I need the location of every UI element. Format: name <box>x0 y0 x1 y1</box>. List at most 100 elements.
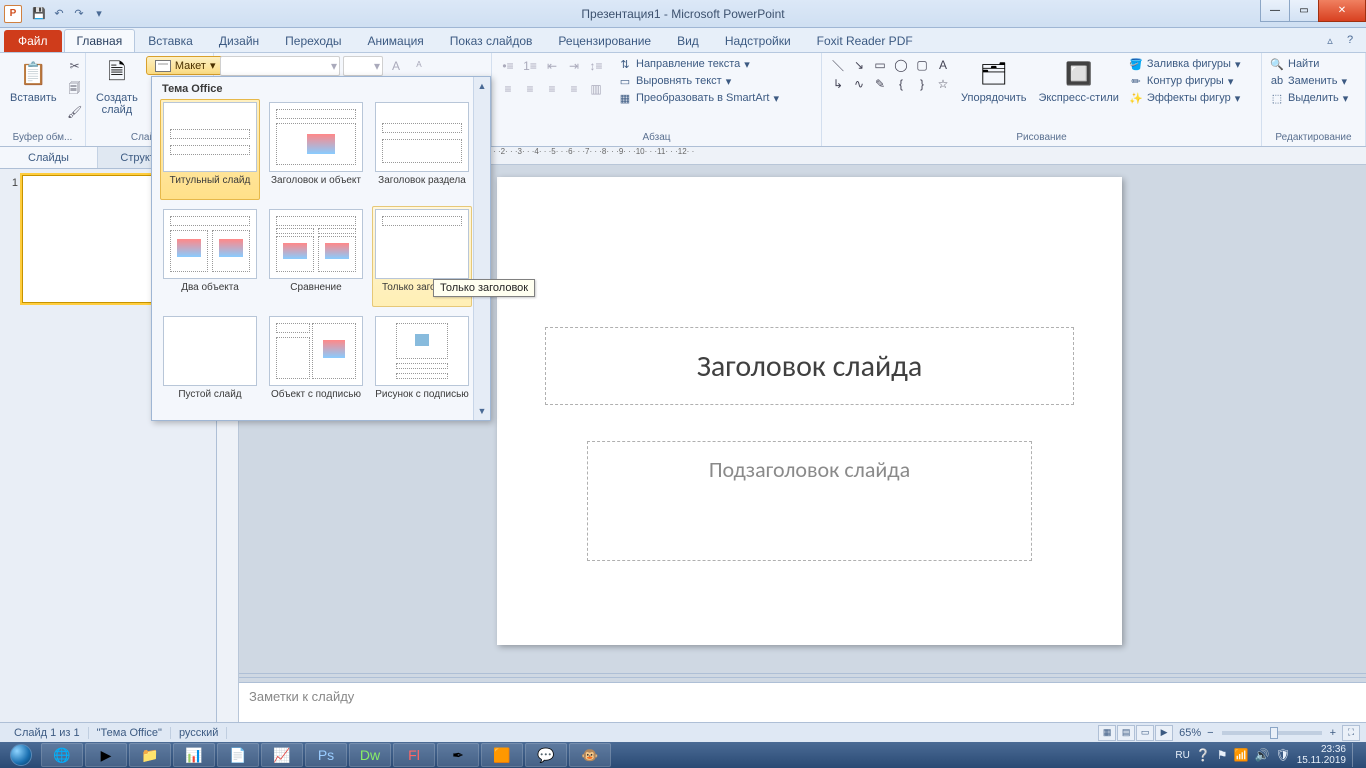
tab-animation[interactable]: Анимация <box>354 29 436 52</box>
taskbar-app-dreamweaver[interactable]: Dw <box>349 743 391 767</box>
font-size-dropdown[interactable]: ▾ <box>343 56 383 76</box>
show-desktop-button[interactable] <box>1352 743 1360 767</box>
shape-ellipse-icon[interactable]: ◯ <box>891 56 911 74</box>
tab-transitions[interactable]: Переходы <box>272 29 354 52</box>
taskbar-app-powerpoint[interactable]: 📊 <box>173 743 215 767</box>
shape-arrow-icon[interactable]: ↘ <box>849 56 869 74</box>
subtitle-placeholder[interactable]: Подзаголовок слайда <box>587 441 1032 561</box>
arrange-button[interactable]: 🗂 Упорядочить <box>957 56 1030 106</box>
tray-flag-icon[interactable]: ⚑ <box>1217 748 1228 762</box>
taskbar-app-gimp[interactable]: 🐵 <box>569 743 611 767</box>
taskbar-app-chrome[interactable]: 🌐 <box>41 743 83 767</box>
tab-file[interactable]: Файл <box>4 30 62 52</box>
numbering-icon[interactable]: 1≡ <box>520 56 540 76</box>
qat-redo-icon[interactable]: ↷ <box>70 5 88 23</box>
shape-effects-button[interactable]: ✨Эффекты фигур ▾ <box>1127 90 1243 106</box>
tab-design[interactable]: Дизайн <box>206 29 272 52</box>
copy-icon[interactable]: 🗐 <box>65 79 85 99</box>
zoom-out-button[interactable]: − <box>1207 727 1213 739</box>
zoom-value[interactable]: 65% <box>1173 727 1207 739</box>
indent-dec-icon[interactable]: ⇤ <box>542 56 562 76</box>
paste-button[interactable]: 📋 Вставить <box>6 56 61 106</box>
columns-icon[interactable]: ▥ <box>586 79 606 99</box>
zoom-thumb[interactable] <box>1270 727 1278 739</box>
zoom-slider[interactable] <box>1222 731 1322 735</box>
close-button[interactable]: ✕ <box>1318 0 1366 22</box>
tab-foxit[interactable]: Foxit Reader PDF <box>804 29 926 52</box>
line-spacing-icon[interactable]: ↕≡ <box>586 56 606 76</box>
shape-freeform-icon[interactable]: ✎ <box>870 75 890 93</box>
taskbar-app-explorer[interactable]: 📁 <box>129 743 171 767</box>
tray-network-icon[interactable]: 📶 <box>1234 748 1249 762</box>
shrink-font-icon[interactable]: ᴬ <box>409 56 429 76</box>
justify-icon[interactable]: ≡ <box>564 79 584 99</box>
shape-fill-button[interactable]: 🪣Заливка фигуры ▾ <box>1127 56 1243 72</box>
view-reading-icon[interactable]: ▭ <box>1136 725 1154 741</box>
tray-volume-icon[interactable]: 🔊 <box>1255 748 1270 762</box>
select-button[interactable]: ⬚Выделить ▾ <box>1268 90 1350 106</box>
layout-item-title-only[interactable]: Только заголовок Только заголовок <box>372 206 472 307</box>
text-direction-button[interactable]: ⇅Направление текста ▾ <box>616 56 781 72</box>
align-center-icon[interactable]: ≡ <box>520 79 540 99</box>
tab-home[interactable]: Главная <box>64 29 136 52</box>
smartart-button[interactable]: ▦Преобразовать в SmartArt ▾ <box>616 90 781 106</box>
notes-splitter[interactable] <box>239 673 1366 678</box>
gallery-scroll-down-icon[interactable]: ▼ <box>476 404 488 418</box>
shapes-gallery[interactable]: ＼ ↘ ▭ ◯ ▢ A ↳ ∿ ✎ { } ☆ <box>828 56 953 93</box>
status-language[interactable]: русский <box>171 727 227 739</box>
shape-rect-icon[interactable]: ▭ <box>870 56 890 74</box>
taskbar-app-excel[interactable]: 📈 <box>261 743 303 767</box>
grow-font-icon[interactable]: A <box>386 56 406 76</box>
slide-canvas[interactable]: Заголовок слайда Подзаголовок слайда <box>497 177 1122 645</box>
align-right-icon[interactable]: ≡ <box>542 79 562 99</box>
title-placeholder[interactable]: Заголовок слайда <box>545 327 1074 405</box>
cut-icon[interactable]: ✂ <box>65 56 85 76</box>
shape-roundrect-icon[interactable]: ▢ <box>912 56 932 74</box>
taskbar-app-orange[interactable]: 🟧 <box>481 743 523 767</box>
start-button[interactable] <box>2 742 40 768</box>
tray-shield-icon[interactable]: 🛡 <box>1275 748 1290 762</box>
new-slide-button[interactable]: 🗎 Создать слайд <box>92 56 142 118</box>
shape-curve-icon[interactable]: ∿ <box>849 75 869 93</box>
tab-insert[interactable]: Вставка <box>135 29 206 52</box>
tab-slideshow[interactable]: Показ слайдов <box>437 29 546 52</box>
maximize-button[interactable]: ▭ <box>1289 0 1319 22</box>
layout-item-picture-caption[interactable]: Рисунок с подписью <box>372 313 472 414</box>
help-icon[interactable]: ? <box>1342 32 1358 48</box>
ribbon-minimize-icon[interactable]: ▵ <box>1322 32 1338 48</box>
layout-item-two-content[interactable]: Два объекта <box>160 206 260 307</box>
tab-review[interactable]: Рецензирование <box>545 29 664 52</box>
replace-button[interactable]: abЗаменить ▾ <box>1268 73 1350 89</box>
shape-brace-icon[interactable]: { <box>891 75 911 93</box>
pane-tab-slides[interactable]: Слайды <box>0 147 98 168</box>
view-sorter-icon[interactable]: ▤ <box>1117 725 1135 741</box>
shape-text-icon[interactable]: A <box>933 56 953 74</box>
layout-item-content-caption[interactable]: Объект с подписью <box>266 313 366 414</box>
notes-pane[interactable]: Заметки к слайду <box>239 682 1366 722</box>
align-text-button[interactable]: ▭Выровнять текст ▾ <box>616 73 781 89</box>
qat-save-icon[interactable]: 💾 <box>30 5 48 23</box>
font-family-dropdown[interactable]: ▾ <box>220 56 340 76</box>
layout-button[interactable]: Макет ▾ <box>146 56 225 75</box>
taskbar-app-flash[interactable]: Fl <box>393 743 435 767</box>
layout-item-comparison[interactable]: Сравнение <box>266 206 366 307</box>
taskbar-app-media[interactable]: ▶ <box>85 743 127 767</box>
quick-styles-button[interactable]: 🔲 Экспресс-стили <box>1034 56 1122 106</box>
layout-item-blank[interactable]: Пустой слайд <box>160 313 260 414</box>
shape-star-icon[interactable]: ☆ <box>933 75 953 93</box>
layout-item-section-header[interactable]: Заголовок раздела <box>372 99 472 200</box>
gallery-scroll-up-icon[interactable]: ▲ <box>476 79 488 93</box>
qat-customize-icon[interactable]: ▾ <box>90 5 108 23</box>
qat-undo-icon[interactable]: ↶ <box>50 5 68 23</box>
find-button[interactable]: 🔍Найти <box>1268 56 1350 72</box>
layout-item-title-slide[interactable]: Титульный слайд <box>160 99 260 200</box>
tray-help-icon[interactable]: ❔ <box>1196 748 1211 762</box>
bullets-icon[interactable]: •≡ <box>498 56 518 76</box>
taskbar-app-inkscape[interactable]: ✒ <box>437 743 479 767</box>
format-painter-icon[interactable]: 🖌 <box>65 102 85 122</box>
tab-addins[interactable]: Надстройки <box>712 29 804 52</box>
indent-inc-icon[interactable]: ⇥ <box>564 56 584 76</box>
layout-item-title-content[interactable]: Заголовок и объект <box>266 99 366 200</box>
align-left-icon[interactable]: ≡ <box>498 79 518 99</box>
shape-brace2-icon[interactable]: } <box>912 75 932 93</box>
